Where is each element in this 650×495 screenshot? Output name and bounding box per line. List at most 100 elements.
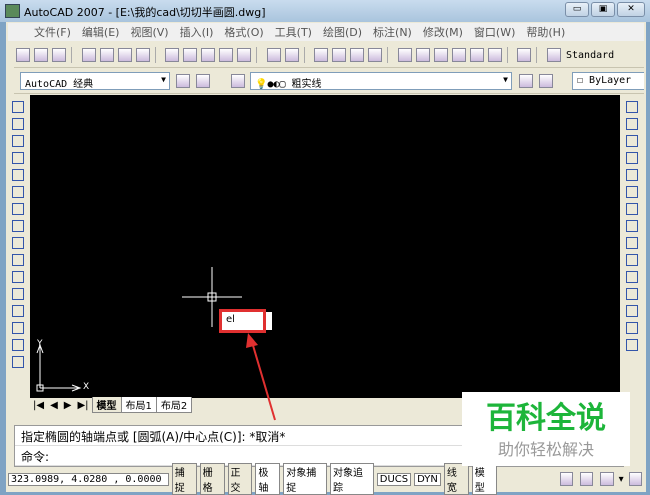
- tray-settings-icon[interactable]: [600, 472, 614, 486]
- sheet-set-icon[interactable]: [451, 48, 466, 62]
- insert-block-icon[interactable]: [12, 288, 24, 300]
- tab-next-button[interactable]: ▶: [61, 400, 75, 411]
- line-icon[interactable]: [12, 101, 24, 113]
- polygon-icon[interactable]: [12, 152, 24, 164]
- ellipse-arc-icon[interactable]: [12, 271, 24, 283]
- array-icon[interactable]: [626, 169, 638, 181]
- cut-icon[interactable]: [165, 48, 179, 62]
- menu-edit[interactable]: 编辑(E): [82, 24, 120, 40]
- drawing-canvas[interactable]: Y X el: [30, 95, 620, 398]
- offset-icon[interactable]: [626, 152, 638, 164]
- tab-last-button[interactable]: ▶|: [74, 400, 91, 411]
- erase-icon[interactable]: [626, 101, 638, 113]
- text-style-icon[interactable]: [546, 48, 561, 62]
- calculator-icon[interactable]: [487, 48, 502, 62]
- ducs-toggle[interactable]: DUCS: [376, 472, 412, 486]
- color-select[interactable]: ☐ ByLayer: [572, 72, 644, 90]
- menu-view[interactable]: 视图(V): [130, 24, 168, 40]
- arc-icon[interactable]: [12, 186, 24, 198]
- redo-icon[interactable]: [284, 48, 299, 62]
- polar-toggle[interactable]: 极轴: [255, 463, 281, 495]
- table-icon[interactable]: [12, 356, 24, 368]
- menu-tools[interactable]: 工具(T): [275, 24, 312, 40]
- fillet-icon[interactable]: [626, 339, 638, 351]
- pan-icon[interactable]: [314, 48, 328, 62]
- move-icon[interactable]: [626, 186, 638, 198]
- layer-select[interactable]: 💡●◐▢ 粗实线 ▼: [250, 72, 512, 90]
- copy-icon[interactable]: [183, 48, 197, 62]
- workspace-select[interactable]: AutoCAD 经典 ▼: [20, 72, 170, 90]
- match-properties-icon[interactable]: [219, 48, 233, 62]
- zoom-window-icon[interactable]: [350, 48, 364, 62]
- ortho-toggle[interactable]: 正交: [227, 463, 253, 495]
- menu-window[interactable]: 窗口(W): [474, 24, 515, 40]
- revision-cloud-icon[interactable]: [12, 220, 24, 232]
- construction-line-icon[interactable]: [12, 118, 24, 130]
- open-icon[interactable]: [34, 48, 48, 62]
- tool-palettes-icon[interactable]: [433, 48, 448, 62]
- tab-model[interactable]: 模型: [91, 397, 122, 413]
- tab-layout1[interactable]: 布局1: [120, 397, 157, 413]
- otrack-toggle[interactable]: 对象追踪: [330, 463, 374, 495]
- trim-icon[interactable]: [626, 254, 638, 266]
- save-icon[interactable]: [52, 48, 66, 62]
- ellipse-icon[interactable]: [12, 254, 24, 266]
- properties-icon[interactable]: [397, 48, 412, 62]
- close-button[interactable]: ✕: [617, 2, 645, 17]
- osnap-toggle[interactable]: 对象捕捉: [283, 463, 328, 495]
- globe-icon[interactable]: [135, 48, 150, 62]
- new-icon[interactable]: [16, 48, 30, 62]
- make-current-layer-icon[interactable]: [519, 74, 533, 88]
- layer-previous-icon[interactable]: [539, 74, 553, 88]
- circle-icon[interactable]: [12, 203, 24, 215]
- chevron-down-icon[interactable]: ▾: [619, 474, 624, 485]
- tab-layout2[interactable]: 布局2: [155, 397, 193, 413]
- zoom-realtime-icon[interactable]: [332, 48, 346, 62]
- block-editor-icon[interactable]: [237, 48, 251, 62]
- preview-icon[interactable]: [99, 48, 114, 62]
- save-workspace-icon[interactable]: [196, 74, 210, 88]
- extend-icon[interactable]: [626, 271, 638, 283]
- markup-icon[interactable]: [469, 48, 484, 62]
- tab-prev-button[interactable]: ◀: [47, 400, 61, 411]
- minimize-button[interactable]: ▭: [565, 2, 589, 17]
- join-icon[interactable]: [626, 305, 638, 317]
- menu-draw[interactable]: 绘图(D): [323, 24, 362, 40]
- snap-toggle[interactable]: 捕捉: [171, 463, 197, 495]
- dyn-toggle[interactable]: DYN: [414, 472, 441, 486]
- hatch-icon[interactable]: [12, 339, 24, 351]
- menu-file[interactable]: 文件(F): [34, 24, 71, 40]
- clean-screen-icon[interactable]: [628, 472, 642, 486]
- spline-icon[interactable]: [12, 237, 24, 249]
- text-style-combo[interactable]: Standard: [566, 50, 614, 61]
- copy-object-icon[interactable]: [626, 118, 638, 130]
- rectangle-icon[interactable]: [12, 169, 24, 181]
- undo-icon[interactable]: [266, 48, 281, 62]
- chamfer-icon[interactable]: [626, 322, 638, 334]
- workspace-settings-icon[interactable]: [176, 74, 190, 88]
- menu-modify[interactable]: 修改(M): [423, 24, 463, 40]
- maximize-button[interactable]: ▣: [591, 2, 615, 17]
- menu-help[interactable]: 帮助(H): [526, 24, 565, 40]
- zoom-previous-icon[interactable]: [368, 48, 382, 62]
- grid-toggle[interactable]: 栅格: [199, 463, 225, 495]
- lock-icon[interactable]: [579, 472, 594, 486]
- rotate-icon[interactable]: [626, 203, 638, 215]
- menu-dimension[interactable]: 标注(N): [373, 24, 412, 40]
- paste-icon[interactable]: [201, 48, 215, 62]
- scale-icon[interactable]: [626, 220, 638, 232]
- publish-icon[interactable]: [117, 48, 132, 62]
- lineweight-toggle[interactable]: 线宽: [443, 463, 469, 495]
- design-center-icon[interactable]: [415, 48, 430, 62]
- layer-manager-icon[interactable]: [231, 74, 245, 88]
- model-toggle[interactable]: 模型: [471, 463, 497, 495]
- mirror-icon[interactable]: [626, 135, 638, 147]
- stretch-icon[interactable]: [626, 237, 638, 249]
- comm-center-icon[interactable]: [559, 472, 573, 486]
- help-icon[interactable]: [517, 48, 531, 62]
- polyline-icon[interactable]: [12, 135, 24, 147]
- menu-format[interactable]: 格式(O): [224, 24, 263, 40]
- point-icon[interactable]: [12, 322, 24, 334]
- tab-first-button[interactable]: |◀: [30, 400, 47, 411]
- print-icon[interactable]: [81, 48, 96, 62]
